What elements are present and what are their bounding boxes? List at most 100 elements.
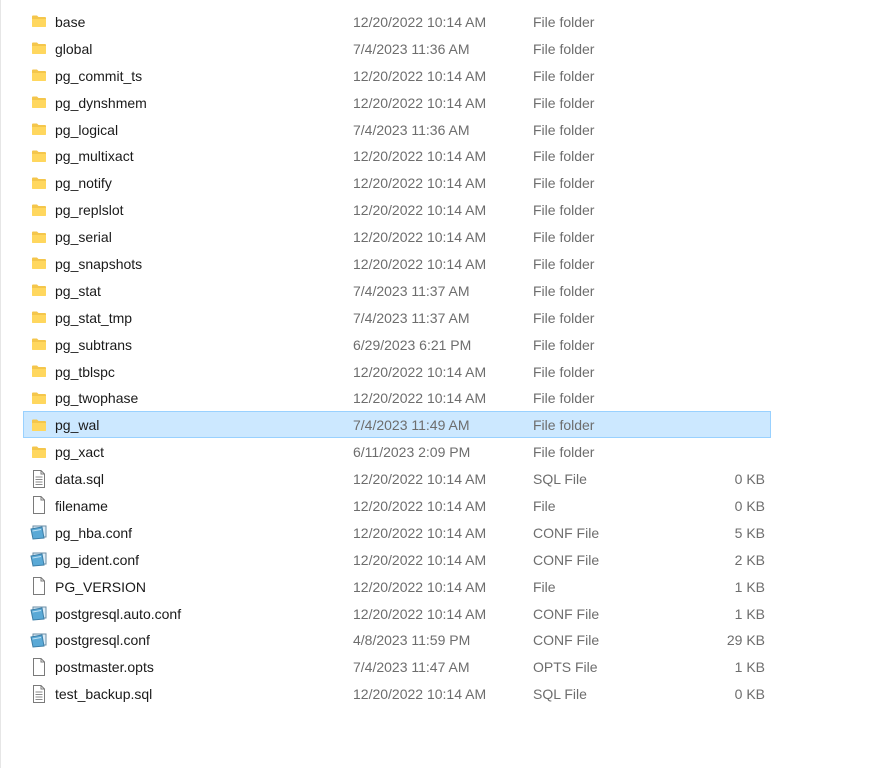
file-name: pg_stat xyxy=(55,282,101,299)
conf-file-icon xyxy=(29,601,49,626)
file-row[interactable]: pg_stat_tmp 7/4/2023 11:37 AM File folder xyxy=(23,304,771,331)
file-type: File folder xyxy=(533,175,595,192)
file-name: pg_twophase xyxy=(55,390,139,407)
file-date-modified: 12/20/2022 10:14 AM xyxy=(353,148,487,165)
file-name: pg_hba.conf xyxy=(55,524,133,541)
file-type: File folder xyxy=(533,67,595,84)
folder-icon xyxy=(29,117,49,142)
file-row[interactable]: data.sql 12/20/2022 10:14 AM SQL File 0 KB xyxy=(23,465,771,492)
file-type: File folder xyxy=(533,202,595,219)
folder-icon xyxy=(29,224,49,249)
conf-file-icon xyxy=(29,627,49,652)
file-row[interactable]: pg_snapshots 12/20/2022 10:14 AM File fold… xyxy=(23,250,771,277)
file-row[interactable]: pg_multixact 12/20/2022 10:14 AM File fold… xyxy=(23,142,771,169)
file-date-modified: 12/20/2022 10:14 AM xyxy=(353,229,487,246)
file-size: 1 KB xyxy=(734,605,765,622)
file-type: File folder xyxy=(533,363,595,380)
file-date-modified: 12/20/2022 10:14 AM xyxy=(353,686,487,703)
folder-icon xyxy=(29,90,49,115)
file-row[interactable]: postmaster.opts 7/4/2023 11:47 AM OPTS Fil… xyxy=(23,653,771,680)
file-type: CONF File xyxy=(533,632,600,649)
file-name: pg_replslot xyxy=(55,202,124,219)
file-row[interactable]: global 7/4/2023 11:36 AM File folder xyxy=(23,35,771,62)
file-row[interactable]: pg_logical 7/4/2023 11:36 AM File folder xyxy=(23,116,771,143)
file-type: CONF File xyxy=(533,524,600,541)
file-name: pg_xact xyxy=(55,444,105,461)
folder-icon xyxy=(29,305,49,330)
file-row[interactable]: pg_replslot 12/20/2022 10:14 AM File folde… xyxy=(23,196,771,223)
file-name: pg_subtrans xyxy=(55,336,133,353)
file-row[interactable]: postgresql.conf 4/8/2023 11:59 PM CONF Fil… xyxy=(23,626,771,653)
file-date-modified: 12/20/2022 10:14 AM xyxy=(353,471,487,488)
file-name: pg_ident.conf xyxy=(55,551,140,568)
file-date-modified: 7/4/2023 11:36 AM xyxy=(353,121,470,138)
file-row[interactable]: pg_serial 12/20/2022 10:14 AM File folder xyxy=(23,223,771,250)
file-name: pg_snapshots xyxy=(55,256,143,273)
conf-file-icon xyxy=(29,520,49,545)
file-type: File folder xyxy=(533,148,595,165)
file-type: File folder xyxy=(533,390,595,407)
file-name: postmaster.opts xyxy=(55,659,154,676)
folder-icon xyxy=(29,36,49,61)
file-name: filename xyxy=(55,498,108,515)
file-type: CONF File xyxy=(533,551,600,568)
file-type: File folder xyxy=(533,336,595,353)
file-type: File folder xyxy=(533,282,595,299)
file-size: 0 KB xyxy=(734,686,765,703)
file-row[interactable]: test_backup.sql 12/20/2022 10:14 AM SQL Fi… xyxy=(23,680,771,707)
file-size: 0 KB xyxy=(734,471,765,488)
folder-icon xyxy=(29,170,49,195)
file-row[interactable]: base 12/20/2022 10:14 AM File folder xyxy=(23,8,771,35)
file-row[interactable]: pg_dynshmem 12/20/2022 10:14 AM File folde… xyxy=(23,89,771,116)
file-date-modified: 7/4/2023 11:47 AM xyxy=(353,659,470,676)
file-date-modified: 12/20/2022 10:14 AM xyxy=(353,498,487,515)
file-size: 1 KB xyxy=(734,578,765,595)
file-date-modified: 6/11/2023 2:09 PM xyxy=(353,444,471,461)
file-row[interactable]: filename 12/20/2022 10:14 AM File 0 KB xyxy=(23,492,771,519)
file-type: File folder xyxy=(533,94,595,111)
file-row[interactable]: pg_tblspc 12/20/2022 10:14 AM File folder xyxy=(23,358,771,385)
file-row[interactable]: pg_stat 7/4/2023 11:37 AM File folder xyxy=(23,277,771,304)
file-name: pg_commit_ts xyxy=(55,67,143,84)
file-name: base xyxy=(55,14,86,30)
file-type: File folder xyxy=(533,229,595,246)
file-date-modified: 12/20/2022 10:14 AM xyxy=(353,256,487,273)
file-date-modified: 12/20/2022 10:14 AM xyxy=(353,94,487,111)
file-row[interactable]: pg_xact 6/11/2023 2:09 PM File folder xyxy=(23,438,771,465)
blank-file-icon xyxy=(29,574,49,599)
file-list: base 12/20/2022 10:14 AM File folder global… xyxy=(23,8,771,707)
file-date-modified: 12/20/2022 10:14 AM xyxy=(353,14,487,30)
file-row[interactable]: pg_notify 12/20/2022 10:14 AM File folder xyxy=(23,169,771,196)
file-name: PG_VERSION xyxy=(55,578,147,595)
file-row[interactable]: pg_subtrans 6/29/2023 6:21 PM File folder xyxy=(23,331,771,358)
file-name: test_backup.sql xyxy=(55,686,153,703)
file-row[interactable]: pg_twophase 12/20/2022 10:14 AM File folde… xyxy=(23,384,771,411)
folder-icon xyxy=(29,359,49,384)
file-date-modified: 7/4/2023 11:37 AM xyxy=(353,282,470,299)
folder-icon xyxy=(29,251,49,276)
file-date-modified: 12/20/2022 10:14 AM xyxy=(353,578,487,595)
file-row[interactable]: pg_hba.conf 12/20/2022 10:14 AM CONF File 5… xyxy=(23,519,771,546)
file-row[interactable]: pg_ident.conf 12/20/2022 10:14 AM CONF Fil… xyxy=(23,546,771,573)
folder-icon xyxy=(29,385,49,410)
folder-icon xyxy=(29,63,49,88)
file-row[interactable]: PG_VERSION 12/20/2022 10:14 AM File 1 KB xyxy=(23,573,771,600)
file-row[interactable]: postgresql.auto.conf 12/20/2022 10:14 AM C… xyxy=(23,600,771,627)
file-name: postgresql.auto.conf xyxy=(55,605,182,622)
file-type: CONF File xyxy=(533,605,600,622)
file-date-modified: 12/20/2022 10:14 AM xyxy=(353,202,487,219)
file-row[interactable]: pg_commit_ts 12/20/2022 10:14 AM File fold… xyxy=(23,62,771,89)
file-size: 29 KB xyxy=(726,632,765,649)
file-name: pg_notify xyxy=(55,175,112,192)
file-row[interactable]: pg_wal 7/4/2023 11:49 AM File folder xyxy=(23,411,771,439)
folder-icon xyxy=(29,143,49,168)
folder-icon xyxy=(29,439,49,464)
file-date-modified: 12/20/2022 10:14 AM xyxy=(353,363,487,380)
file-name: pg_tblspc xyxy=(55,363,115,380)
text-file-icon xyxy=(29,466,49,491)
file-name: pg_dynshmem xyxy=(55,94,147,111)
file-type: File folder xyxy=(533,256,595,273)
folder-icon xyxy=(29,9,49,34)
file-type: File folder xyxy=(533,40,595,57)
file-size: 5 KB xyxy=(734,524,765,541)
